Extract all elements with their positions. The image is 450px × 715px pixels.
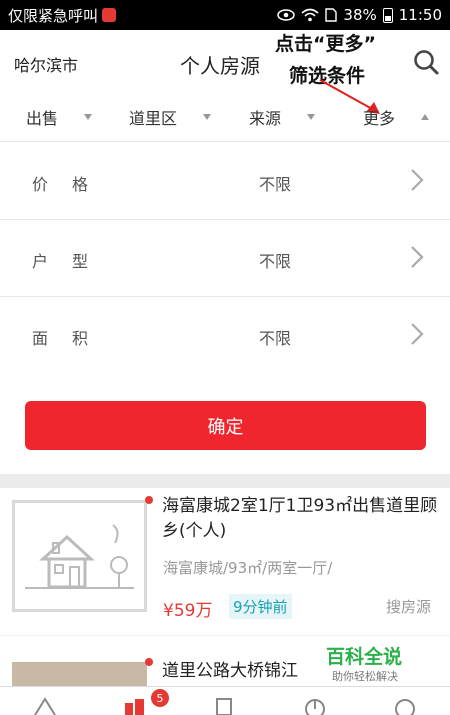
filter-type-label: 出售	[26, 109, 59, 128]
watermark-text: 百科全说	[326, 646, 403, 668]
app-notification-icon	[102, 8, 117, 22]
watermark-logo: 百科全说 助你轻松解决	[312, 636, 424, 686]
chevron-right-icon	[411, 246, 424, 268]
filter-row-price[interactable]: 价格 不限	[0, 143, 450, 220]
chart-tab-icon[interactable]	[302, 695, 328, 715]
listing-source: 搜房源	[386, 598, 432, 616]
battery-icon	[382, 7, 393, 23]
search-icon[interactable]	[412, 48, 440, 76]
listing-thumbnail	[12, 500, 147, 612]
filter-more[interactable]: 更多	[363, 105, 430, 129]
document-tab-icon[interactable]	[212, 695, 238, 715]
row-value: 不限	[259, 329, 292, 348]
row-value: 不限	[259, 175, 292, 194]
triangle-down-icon	[307, 114, 316, 120]
buildings-tab-icon[interactable]	[122, 695, 148, 715]
row-label: 价格	[32, 175, 113, 194]
profile-tab-icon[interactable]	[392, 695, 418, 715]
filter-district[interactable]: 道里区	[129, 105, 212, 129]
filter-row-area[interactable]: 面积 不限	[0, 297, 450, 374]
watermark-subtext: 助你轻松解决	[332, 670, 398, 683]
clock: 11:50	[398, 6, 442, 24]
panel-divider	[0, 474, 450, 488]
listing-time-badge: 9分钟前	[229, 594, 292, 619]
confirm-button[interactable]: 确定	[25, 401, 426, 450]
battery-percent: 38%	[343, 6, 377, 24]
unread-dot	[145, 658, 153, 666]
listing-price: ¥59万	[163, 601, 213, 621]
row-label: 户型	[32, 252, 113, 271]
page-title: 个人房源	[180, 54, 260, 78]
triangle-down-icon	[203, 114, 212, 120]
filter-district-label: 道里区	[129, 109, 178, 128]
filter-type[interactable]: 出售	[26, 105, 93, 129]
annotation-line-1: 点击“更多”	[275, 33, 376, 55]
bottom-tab-bar: 5	[0, 686, 450, 715]
row-label: 面积	[32, 329, 113, 348]
filter-bar: 出售 道里区 来源 更多	[0, 92, 450, 142]
filter-source[interactable]: 来源	[249, 105, 316, 129]
filter-more-label: 更多	[363, 109, 396, 128]
filter-source-label: 来源	[249, 109, 282, 128]
eye-icon	[277, 9, 296, 21]
home-tab-icon[interactable]	[32, 695, 58, 715]
listing-title: 道里公路大桥锦江	[162, 661, 298, 681]
chevron-right-icon	[411, 169, 424, 191]
city-selector[interactable]: 哈尔滨市	[14, 52, 78, 76]
house-placeholder-icon	[25, 524, 134, 589]
chevron-right-icon	[411, 323, 424, 345]
filter-row-layout[interactable]: 户型 不限	[0, 220, 450, 297]
wifi-icon	[301, 8, 319, 22]
row-value: 不限	[259, 252, 292, 271]
status-bar: 仅限紧急呼叫 38% 11:50	[0, 0, 450, 30]
carrier-text: 仅限紧急呼叫	[8, 6, 99, 25]
triangle-up-icon	[421, 114, 430, 120]
listing-title: 海富康城2室1厅1卫93㎡出售道里顾乡(个人)	[162, 496, 438, 541]
sim-icon	[325, 8, 338, 22]
triangle-down-icon	[84, 114, 93, 120]
list-item[interactable]: 海富康城2室1厅1卫93㎡出售道里顾乡(个人) 海富康城/93㎡/两室一厅/ ¥…	[0, 488, 450, 636]
unread-dot	[145, 496, 153, 504]
tab-badge: 5	[151, 689, 169, 707]
listing-subtitle: 海富康城/93㎡/两室一厅/	[163, 559, 333, 577]
